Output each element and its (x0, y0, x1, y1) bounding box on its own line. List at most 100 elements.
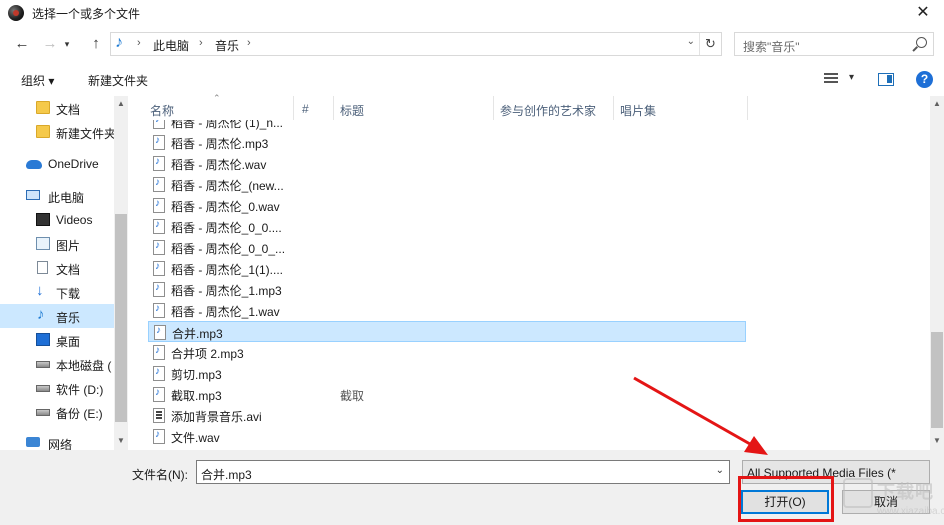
close-icon[interactable]: ✕ (912, 2, 934, 22)
file-row[interactable]: 稻香 - 周杰伦_0.wav (148, 195, 746, 216)
sidebar-item-label: 软件 (D:) (56, 383, 104, 397)
file-title: 截取 (340, 389, 365, 403)
command-toolbar: 组织 ▾ 新建文件夹 ▾ ? (0, 64, 944, 96)
audio-file-icon (153, 261, 165, 276)
file-row[interactable]: 稻香 - 周杰伦_0_0.... (148, 216, 746, 237)
search-input[interactable]: 搜索"音乐" (734, 32, 934, 56)
file-row[interactable]: 稻香 - 周杰伦.mp3 (148, 132, 746, 153)
sidebar-item-drive-e[interactable]: 备份 (E:) (0, 400, 114, 424)
column-artists[interactable]: 参与创作的艺术家 (494, 96, 614, 120)
sidebar-item-local-disk[interactable]: 本地磁盘 ( (0, 352, 114, 376)
address-bar[interactable]: ♪ › 此电脑 › 音乐 › ⌄ ↻ (110, 32, 722, 56)
search-icon[interactable] (916, 37, 927, 48)
sidebar-item-new-folder[interactable]: 新建文件夹 (0, 120, 116, 144)
file-row[interactable]: 合并项 2.mp3 (148, 342, 746, 363)
audio-file-icon (153, 387, 165, 402)
file-row[interactable]: 稻香 - 周杰伦_1.wav (148, 300, 746, 321)
sidebar-item-documents[interactable]: 文档 (0, 256, 114, 280)
sidebar-item-downloads[interactable]: ↓ 下载 (0, 280, 114, 304)
view-dropdown-icon[interactable]: ▾ (849, 72, 854, 83)
audio-file-icon (153, 429, 165, 444)
search-placeholder: 搜索"音乐" (743, 40, 800, 54)
address-dropdown-icon[interactable]: ⌄ (687, 36, 695, 47)
music-icon: ♪ (37, 306, 45, 323)
drive-icon (36, 361, 50, 368)
sidebar-item-label: 下载 (56, 287, 81, 301)
chevron-down-icon[interactable]: ⌄ (716, 465, 724, 476)
back-arrow-icon[interactable]: ← (12, 34, 32, 54)
file-row[interactable]: 剪切.mp3 (148, 363, 746, 384)
file-row[interactable]: 稻香 - 周杰伦_1.mp3 (148, 279, 746, 300)
audio-file-icon (153, 198, 165, 213)
column-name[interactable]: ⌃ 名称 (140, 93, 294, 120)
file-name: 稻香 - 周杰伦.wav (171, 158, 267, 172)
file-row[interactable]: 稻香 - 周杰伦 (1)_n... (148, 120, 746, 132)
file-name: 稻香 - 周杰伦_1.wav (171, 305, 280, 319)
up-arrow-icon[interactable]: ↑ (86, 34, 106, 54)
file-name: 稻香 - 周杰伦_0_0_... (171, 242, 286, 256)
scrollbar-thumb[interactable] (115, 214, 127, 422)
scrollbar-thumb[interactable] (931, 332, 943, 428)
file-row[interactable]: 添加背景音乐.avi (148, 405, 746, 426)
file-name: 剪切.mp3 (171, 368, 222, 382)
sidebar-item-pictures[interactable]: 图片 (0, 232, 114, 256)
drive-icon (36, 385, 50, 392)
column-number[interactable]: # (294, 96, 334, 120)
recent-locations-chevron-icon[interactable]: ▾ (60, 34, 74, 54)
sidebar-item-network[interactable]: 网络 (0, 431, 114, 450)
column-title[interactable]: 标题 (334, 96, 494, 120)
new-folder-button[interactable]: 新建文件夹 (88, 72, 148, 89)
breadcrumb-separator-icon[interactable]: › (247, 37, 251, 49)
sidebar-item-videos[interactable]: Videos (0, 208, 114, 232)
sidebar-item-documents-folder[interactable]: 文档 (0, 96, 114, 120)
file-row[interactable]: 文件.wav (148, 426, 746, 447)
organize-button[interactable]: 组织 ▾ (21, 72, 54, 89)
sidebar-item-drive-d[interactable]: 软件 (D:) (0, 376, 114, 400)
sidebar-item-onedrive[interactable]: OneDrive (0, 152, 114, 176)
title-bar: 选择一个或多个文件 ✕ (0, 0, 944, 26)
file-row[interactable]: 稻香 - 周杰伦.wav (148, 153, 746, 174)
sidebar-item-label: 文档 (56, 103, 81, 117)
scroll-down-icon[interactable]: ▼ (117, 436, 125, 445)
audio-file-icon (153, 282, 165, 297)
help-icon[interactable]: ? (916, 71, 933, 88)
file-list-scrollbar[interactable]: ▲ ▼ (930, 96, 944, 450)
filename-value: 合并.mp3 (201, 468, 252, 482)
breadcrumb-this-pc[interactable]: 此电脑 (153, 37, 189, 54)
navigation-pane-scrollbar[interactable]: ▲ ▼ (114, 96, 128, 450)
file-row[interactable]: 稻香 - 周杰伦_0_0_... (148, 237, 746, 258)
app-icon (8, 5, 24, 21)
refresh-icon[interactable]: ↻ (699, 33, 721, 55)
video-file-icon (153, 408, 165, 423)
scroll-up-icon[interactable]: ▲ (117, 99, 125, 108)
sidebar-item-label: 音乐 (56, 311, 81, 325)
sidebar-item-this-pc[interactable]: 此电脑 (0, 184, 114, 208)
file-row[interactable]: 稻香 - 周杰伦_(new... (148, 174, 746, 195)
sidebar-item-label: 备份 (E:) (56, 407, 103, 421)
scroll-up-icon[interactable]: ▲ (933, 99, 941, 108)
file-name: 合并.mp3 (172, 327, 223, 341)
breadcrumb-music[interactable]: 音乐 (215, 37, 239, 54)
scroll-down-icon[interactable]: ▼ (933, 436, 941, 445)
video-icon (36, 213, 50, 226)
breadcrumb-separator-icon[interactable]: › (137, 37, 141, 49)
folder-icon (36, 125, 50, 138)
file-row[interactable]: 截取.mp3 截取 (148, 384, 746, 405)
file-row[interactable]: 稻香 - 周杰伦_1(1).... (148, 258, 746, 279)
view-options-icon[interactable] (824, 73, 838, 85)
audio-file-icon (154, 325, 166, 340)
sidebar-item-desktop[interactable]: 桌面 (0, 328, 114, 352)
column-label: 参与创作的艺术家 (500, 104, 597, 118)
file-row-selected[interactable]: 合并.mp3 (148, 321, 746, 342)
file-name: 合并项 2.mp3 (171, 347, 244, 361)
breadcrumb-separator-icon[interactable]: › (199, 37, 203, 49)
network-icon (26, 437, 40, 447)
column-album[interactable]: 唱片集 (614, 96, 748, 120)
sidebar-item-music[interactable]: ♪ 音乐 (0, 304, 114, 328)
watermark-text: 下载吧 (877, 482, 934, 502)
filename-input[interactable]: 合并.mp3 ⌄ (196, 460, 730, 484)
column-label: # (302, 102, 309, 116)
preview-pane-icon[interactable] (878, 73, 894, 86)
file-list: 稻香 - 周杰伦 (1)_n... 稻香 - 周杰伦.mp3 稻香 - 周杰伦.… (140, 120, 930, 450)
forward-arrow-icon[interactable]: → (40, 34, 60, 54)
